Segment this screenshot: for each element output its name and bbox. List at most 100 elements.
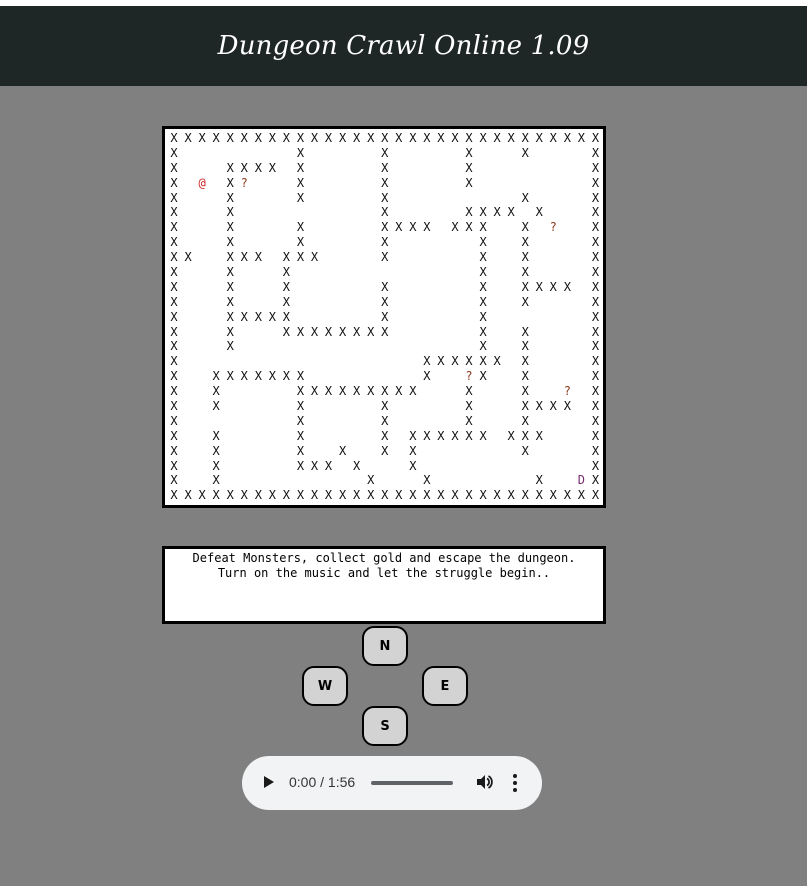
wall-tile: X [310, 458, 319, 473]
floor-tile [251, 354, 265, 369]
floor-tile [251, 459, 265, 474]
floor-tile [392, 429, 406, 444]
wall-tile: X [226, 190, 234, 205]
floor-tile [307, 354, 321, 369]
north-button[interactable]: N [362, 626, 408, 666]
floor-tile [392, 280, 406, 295]
floor-tile [237, 414, 251, 429]
floor-tile [448, 205, 462, 220]
floor-tile [574, 250, 588, 265]
floor-tile [392, 235, 406, 250]
floor-tile [279, 384, 293, 399]
floor-tile [532, 220, 546, 235]
floor-tile [490, 220, 504, 235]
wall-tile: X [507, 428, 515, 443]
wall-tile: X [353, 488, 361, 503]
wall-tile: X [563, 399, 571, 414]
wall-tile: X [254, 488, 262, 503]
floor-tile [265, 191, 279, 206]
floor-tile [476, 414, 490, 429]
floor-tile [532, 414, 546, 429]
wall-tile: X [282, 250, 291, 265]
wall-tile: X [296, 250, 305, 265]
wall-tile: X [198, 131, 206, 145]
floor-tile [546, 191, 560, 206]
floor-tile [462, 310, 476, 325]
wall-tile: X [381, 443, 389, 458]
floor-tile [364, 369, 378, 384]
floor-tile [434, 414, 448, 429]
wall-tile: X [395, 220, 403, 235]
floor-tile [209, 354, 223, 369]
floor-tile [195, 444, 209, 459]
floor-tile [546, 235, 560, 250]
wall-tile: X [535, 428, 543, 443]
floor-tile [307, 473, 321, 488]
east-button[interactable]: E [422, 666, 468, 706]
play-icon[interactable] [264, 776, 274, 788]
floor-tile [546, 295, 560, 310]
audio-progress-slider[interactable] [371, 781, 453, 785]
floor-tile [476, 146, 490, 161]
floor-tile [350, 295, 364, 310]
wall-tile: X [367, 324, 375, 339]
wall-tile: X [493, 488, 501, 503]
floor-tile [336, 250, 350, 265]
floor-tile [546, 146, 560, 161]
floor-tile [364, 354, 378, 369]
floor-tile [237, 235, 251, 250]
wall-tile: X [170, 190, 178, 205]
wall-tile: X [296, 220, 305, 235]
floor-tile [307, 414, 321, 429]
wall-tile: X [591, 190, 600, 205]
floor-tile [336, 295, 350, 310]
wall-tile: X [240, 131, 248, 145]
wall-tile: X [254, 160, 262, 175]
wall-tile: X [170, 324, 178, 339]
floor-tile [364, 310, 378, 325]
floor-tile [434, 399, 448, 414]
floor-tile [504, 310, 518, 325]
floor-tile [307, 310, 321, 325]
wall-tile: X [226, 220, 234, 235]
wall-tile: X [381, 488, 389, 503]
wall-tile: X [338, 488, 347, 503]
more-options-icon[interactable] [512, 774, 518, 792]
wall-tile: X [591, 265, 600, 280]
wall-tile: X [423, 220, 431, 235]
unknown-item: ? [563, 384, 571, 399]
floor-tile [420, 399, 434, 414]
floor-tile [532, 325, 546, 340]
floor-tile [322, 414, 336, 429]
floor-tile [518, 205, 532, 220]
floor-tile [251, 265, 265, 280]
floor-tile [490, 325, 504, 340]
floor-tile [560, 310, 574, 325]
west-button[interactable]: W [302, 666, 348, 706]
floor-tile [251, 191, 265, 206]
floor-tile [504, 250, 518, 265]
floor-tile [504, 399, 518, 414]
wall-tile: X [591, 205, 600, 220]
floor-tile [504, 146, 518, 161]
floor-tile [322, 280, 336, 295]
wall-tile: X [282, 369, 291, 384]
floor-tile [279, 161, 293, 176]
floor-tile [560, 220, 574, 235]
floor-tile [336, 414, 350, 429]
floor-tile [279, 459, 293, 474]
south-button[interactable]: S [362, 706, 408, 746]
floor-tile [574, 325, 588, 340]
volume-icon[interactable] [475, 773, 493, 791]
floor-tile [279, 146, 293, 161]
wall-tile: X [521, 145, 529, 160]
wall-tile: X [409, 428, 417, 443]
floor-tile [462, 295, 476, 310]
wall-tile: X [521, 413, 529, 428]
wall-tile: X [226, 160, 234, 175]
floor-tile [420, 414, 434, 429]
floor-tile [350, 205, 364, 220]
floor-tile [560, 161, 574, 176]
floor-tile [350, 176, 364, 191]
floor-tile [237, 265, 251, 280]
